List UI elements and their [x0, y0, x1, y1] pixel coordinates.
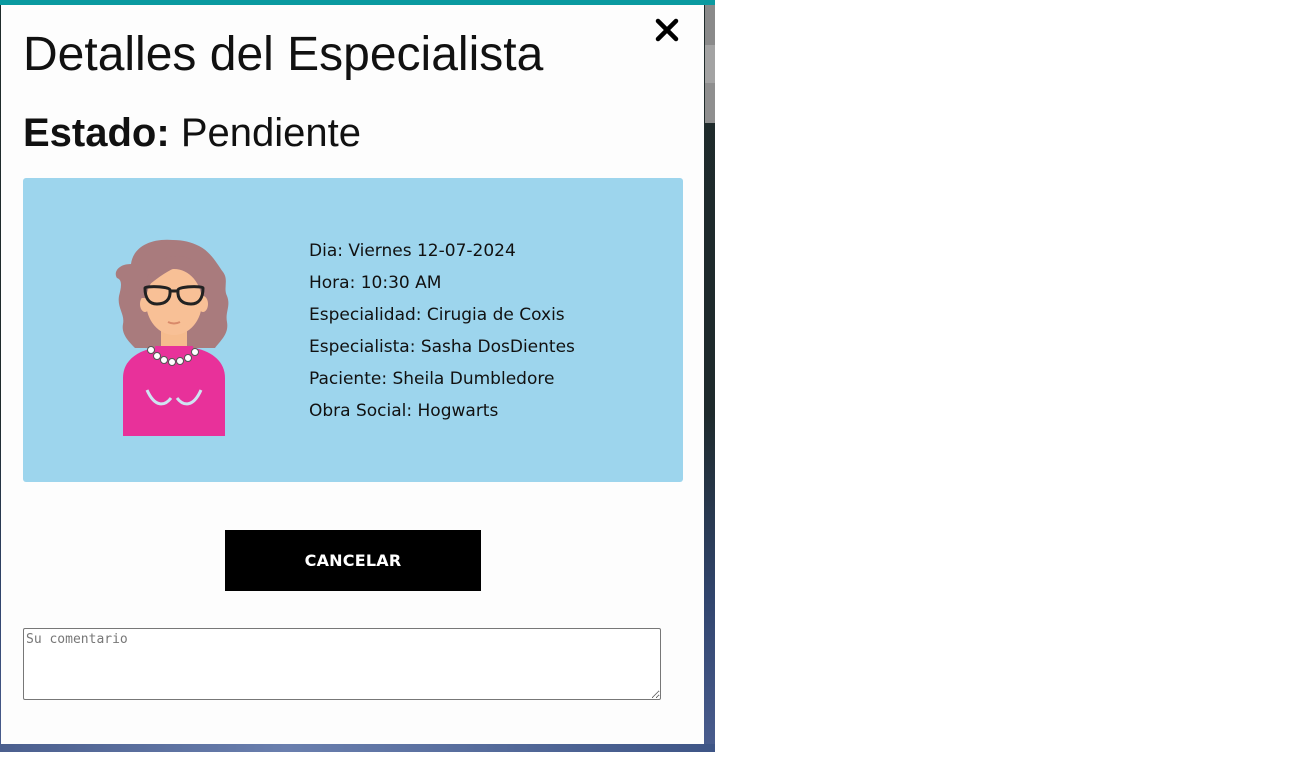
scrollbar-segment — [705, 83, 715, 123]
backdrop-bottom-strip — [0, 744, 715, 752]
status-label: Estado: — [23, 111, 170, 155]
comment-textarea[interactable] — [23, 628, 661, 700]
close-button[interactable] — [654, 17, 680, 43]
scrollbar-segment — [705, 5, 715, 45]
status-line: Estado: Pendiente — [23, 111, 361, 156]
modal-title: Detalles del Especialista — [23, 28, 544, 81]
scrollbar-segment — [705, 45, 715, 83]
status-value: Pendiente — [180, 111, 361, 155]
detail-dia: Dia: Viernes 12-07-2024 — [309, 241, 516, 261]
detail-especialista: Especialista: Sasha DosDientes — [309, 337, 575, 357]
appointment-card: Dia: Viernes 12-07-2024 Hora: 10:30 AM E… — [23, 178, 683, 482]
woman-avatar-icon — [115, 239, 229, 436]
close-icon — [655, 18, 679, 42]
detail-especialidad: Especialidad: Cirugia de Coxis — [309, 305, 565, 325]
detail-obra-social: Obra Social: Hogwarts — [309, 401, 499, 421]
cancel-button[interactable]: CANCELAR — [225, 530, 481, 591]
appointment-details-list: Dia: Viernes 12-07-2024 Hora: 10:30 AM E… — [309, 235, 575, 427]
detail-paciente: Paciente: Sheila Dumbledore — [309, 369, 555, 389]
detail-hora: Hora: 10:30 AM — [309, 273, 442, 293]
specialist-details-modal: Detalles del Especialista Estado: Pendie… — [1, 5, 704, 744]
